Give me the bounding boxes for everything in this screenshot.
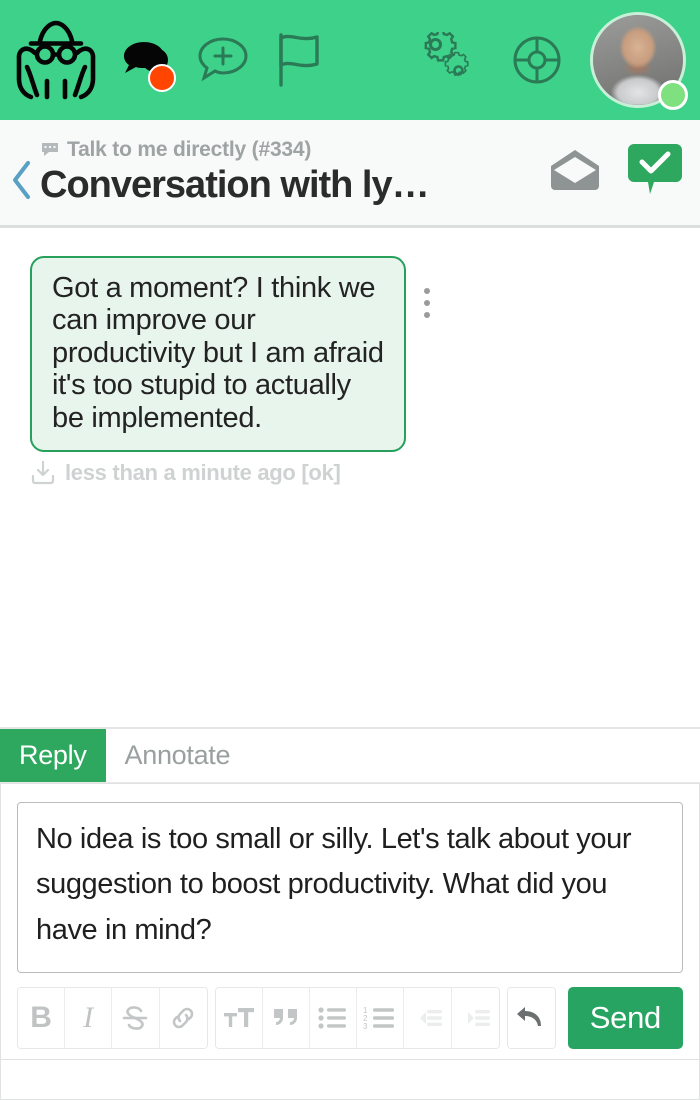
format-toolbar: B I 1 2 3 Send [17,987,683,1049]
conversation-title-block: Talk to me directly (#334) Conversation … [40,138,532,207]
message-row: Got a moment? I think we can improve our… [0,256,700,453]
bulleted-list-icon[interactable] [310,988,358,1048]
toolbar-group-history [506,987,556,1049]
indent-icon[interactable] [451,988,499,1048]
numbered-list-icon[interactable]: 1 2 3 [357,988,405,1048]
tab-reply[interactable]: Reply [0,728,106,782]
inbox-download-icon [30,460,56,486]
composer-footer [0,1060,700,1100]
conversation-subtitle: Talk to me directly (#334) [40,138,532,162]
strikethrough-icon[interactable] [112,988,160,1048]
new-conversation-icon[interactable] [188,25,258,95]
toolbar-group-text: B I [17,987,208,1049]
tab-annotate[interactable]: Annotate [106,729,250,782]
message-bubble: Got a moment? I think we can improve our… [30,256,406,453]
outdent-icon[interactable] [404,988,452,1048]
avatar-online-status-dot [658,80,688,110]
link-icon[interactable] [159,988,207,1048]
unread-badge-dot [148,64,176,92]
conversation-header-actions [548,142,682,204]
conversations-icon[interactable] [108,20,182,100]
blockquote-icon[interactable] [262,988,310,1048]
bold-icon[interactable]: B [18,988,66,1048]
chat-small-icon [40,142,60,158]
message-text: Got a moment? I think we can improve our… [52,272,392,434]
flag-icon[interactable] [264,25,334,95]
settings-gears-icon[interactable] [418,29,484,91]
svg-text:3: 3 [363,1022,368,1031]
reply-editor[interactable]: No idea is too small or silly. Let's tal… [17,801,683,973]
editor-container: No idea is too small or silly. Let's tal… [0,782,700,1060]
send-button[interactable]: Send [567,987,683,1049]
topbar-right-group [418,12,688,110]
lifebuoy-help-icon[interactable] [506,29,568,91]
italic-icon[interactable]: I [65,988,113,1048]
resolve-check-icon[interactable] [628,142,682,198]
top-navigation-bar [0,0,700,120]
app-root: Talk to me directly (#334) Conversation … [0,0,700,1100]
undo-icon[interactable] [507,988,555,1048]
composer: Reply Annotate No idea is too small or s… [0,726,700,1100]
incognito-hands-logo-icon[interactable] [10,14,102,106]
user-avatar[interactable] [590,12,688,110]
message-meta: less than a minute ago [ok] [0,452,700,486]
topbar-left-group [10,14,334,106]
mark-unread-icon[interactable] [548,148,602,192]
reply-editor-text[interactable]: No idea is too small or silly. Let's tal… [36,817,664,954]
page-title: Conversation with ly… [40,164,430,207]
font-size-icon[interactable] [215,988,263,1048]
toolbar-group-block: 1 2 3 [214,987,500,1049]
composer-tabs: Reply Annotate [0,728,700,783]
message-timestamp: less than a minute ago [ok] [65,460,341,486]
conversation-header: Talk to me directly (#334) Conversation … [0,120,700,228]
conversation-subtitle-text: Talk to me directly (#334) [67,138,312,162]
back-button[interactable] [4,145,40,201]
message-options-icon[interactable] [424,256,430,318]
message-list: Got a moment? I think we can improve our… [0,228,700,727]
